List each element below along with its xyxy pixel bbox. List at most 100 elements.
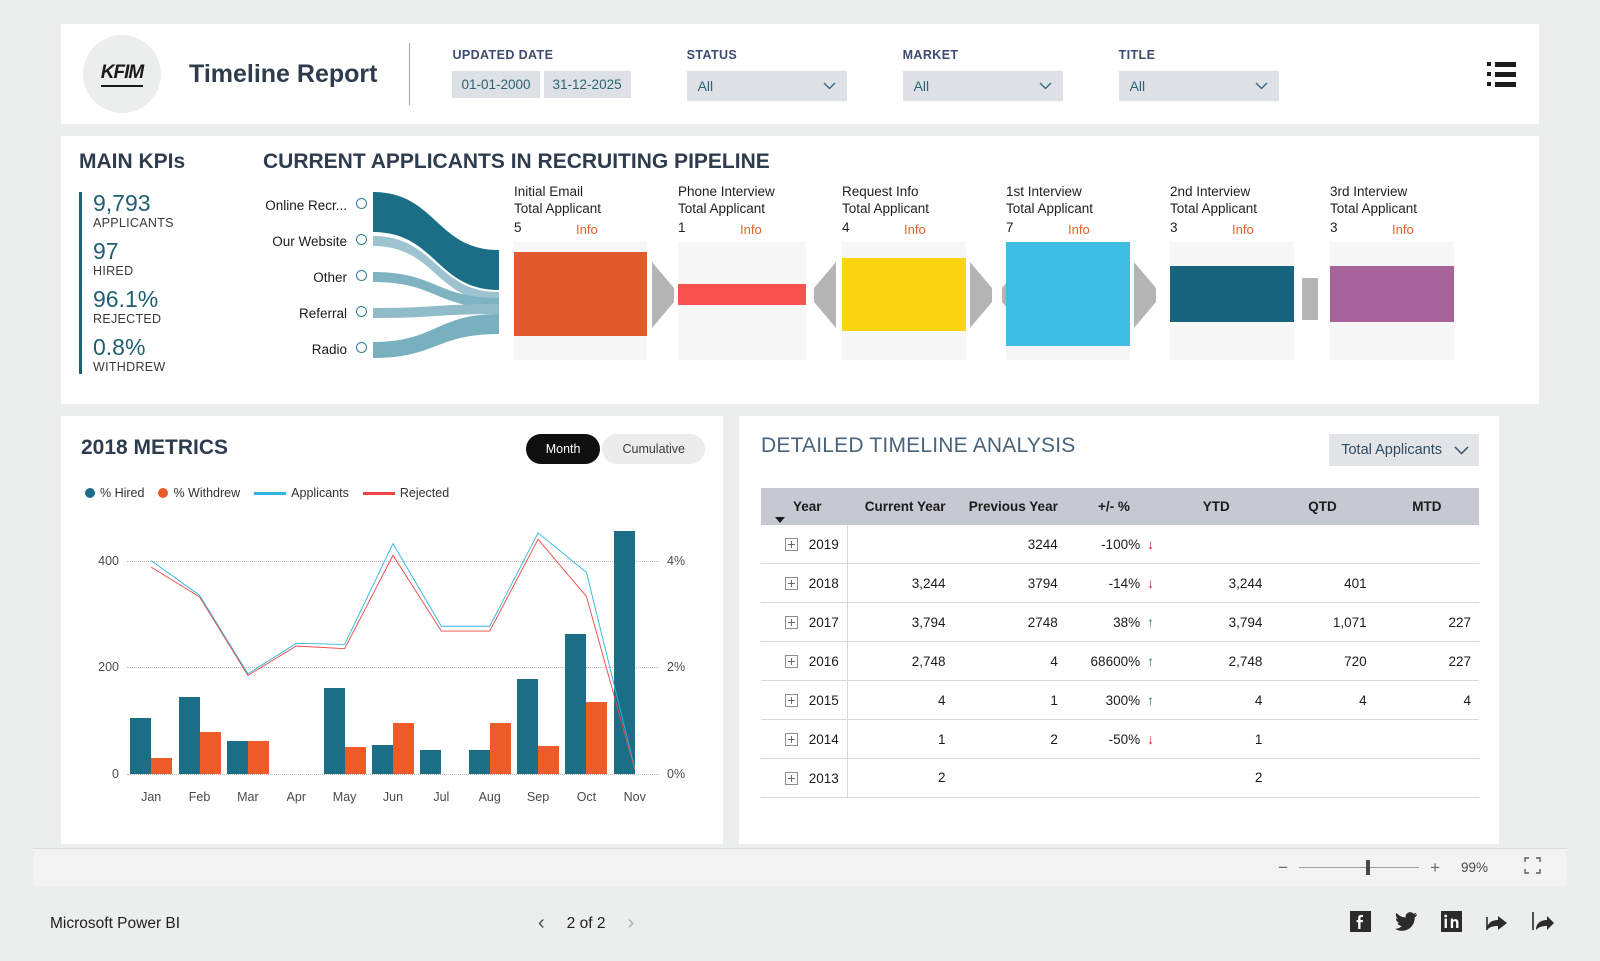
stage-name: 1st Interview bbox=[1006, 184, 1166, 201]
kpi-list: 9,793 APPLICANTS 97 HIRED 96.1% REJECTED… bbox=[79, 192, 261, 374]
stage-name: Phone Interview bbox=[678, 184, 838, 201]
report-header: KFIM Timeline Report UPDATED DATE 01-01-… bbox=[61, 24, 1539, 124]
cell-year[interactable]: 2013 bbox=[761, 759, 847, 798]
column-header-pct-change[interactable]: +/- % bbox=[1066, 488, 1162, 525]
year-label: 2016 bbox=[809, 654, 839, 669]
funnel-stage-1st-interview[interactable]: 1st Interview Total Applicant 7 Info bbox=[1006, 184, 1166, 235]
stage-info-link[interactable]: Info bbox=[740, 222, 762, 237]
stage-info-link[interactable]: Info bbox=[1392, 222, 1414, 237]
funnel-stage-phone-interview[interactable]: Phone Interview Total Applicant 1 Info bbox=[678, 184, 838, 235]
kpis-heading: MAIN KPIs bbox=[79, 150, 261, 174]
date-to-input[interactable]: 31-12-2025 bbox=[544, 71, 631, 98]
stage-name: 3rd Interview bbox=[1330, 184, 1490, 201]
stage-info-link[interactable]: Info bbox=[904, 222, 926, 237]
year-label: 2018 bbox=[809, 576, 839, 591]
expand-row-icon[interactable] bbox=[785, 772, 798, 785]
cell-year[interactable]: 2019 bbox=[761, 525, 847, 564]
title-dropdown[interactable]: All bbox=[1119, 71, 1279, 101]
linkedin-icon[interactable] bbox=[1441, 911, 1462, 937]
page-navigator: ‹ 2 of 2 › bbox=[538, 912, 634, 935]
stage-track bbox=[678, 242, 806, 360]
funnel-connector-icon bbox=[652, 262, 678, 328]
funnel-stage-initial-email[interactable]: Initial Email Total Applicant 5 Info bbox=[514, 184, 664, 235]
zoom-slider[interactable] bbox=[1299, 867, 1419, 868]
report-footer: Microsoft Power BI ‹ 2 of 2 › bbox=[0, 886, 1600, 961]
pct-value: -50% bbox=[1109, 732, 1141, 747]
stage-info-link[interactable]: Info bbox=[1232, 222, 1254, 237]
cell-year[interactable]: 2015 bbox=[761, 681, 847, 720]
x-axis-label: Nov bbox=[611, 790, 659, 804]
cell-year[interactable]: 2018 bbox=[761, 564, 847, 603]
table-row[interactable]: 20183,2443794-14%↓3,244401 bbox=[761, 564, 1479, 603]
pct-value: 38% bbox=[1113, 615, 1140, 630]
legend-item-applicants[interactable]: Applicants bbox=[254, 486, 349, 500]
cell-qtd bbox=[1270, 720, 1374, 759]
table-row[interactable]: 201412-50%↓1 bbox=[761, 720, 1479, 759]
cell-mtd bbox=[1375, 564, 1479, 603]
table-row[interactable]: 20162,748468600%↑2,748720227 bbox=[761, 642, 1479, 681]
share-icon[interactable] bbox=[1486, 911, 1508, 936]
measure-dropdown[interactable]: Total Applicants bbox=[1329, 434, 1479, 466]
cell-current-year: 4 bbox=[847, 681, 953, 720]
table-row[interactable]: 201322 bbox=[761, 759, 1479, 798]
funnel-stage-2nd-interview[interactable]: 2nd Interview Total Applicant 3 Info bbox=[1170, 184, 1330, 235]
table-row[interactable]: 20193244-100%↓ bbox=[761, 525, 1479, 564]
column-header-previous-year[interactable]: Previous Year bbox=[954, 488, 1066, 525]
chart-plot-area: 0 200 400 0% 2% 4% bbox=[127, 518, 659, 774]
cell-pct-change: 68600%↑ bbox=[1066, 642, 1162, 681]
chevron-left-icon[interactable]: ‹ bbox=[538, 912, 545, 935]
toggle-month[interactable]: Month bbox=[526, 434, 601, 464]
expand-row-icon[interactable] bbox=[785, 655, 798, 668]
fit-to-screen-icon[interactable] bbox=[1524, 857, 1541, 879]
page-indicator: 2 of 2 bbox=[567, 915, 606, 933]
stage-info-link[interactable]: Info bbox=[1068, 222, 1090, 237]
date-from-input[interactable]: 01-01-2000 bbox=[452, 71, 539, 98]
status-dropdown[interactable]: All bbox=[687, 71, 847, 101]
table-row[interactable]: 201541300%↑444 bbox=[761, 681, 1479, 720]
facebook-icon[interactable] bbox=[1350, 911, 1371, 937]
cell-year[interactable]: 2017 bbox=[761, 603, 847, 642]
stage-name: Initial Email bbox=[514, 184, 664, 201]
metrics-chart[interactable]: 0 200 400 0% 2% 4% JanFebMarAprMayJunJul… bbox=[81, 514, 705, 814]
funnel-stage-3rd-interview[interactable]: 3rd Interview Total Applicant 3 Info bbox=[1330, 184, 1490, 235]
zoom-out-button[interactable]: − bbox=[1278, 858, 1288, 878]
funnel-connector-icon bbox=[810, 262, 836, 328]
toggle-cumulative[interactable]: Cumulative bbox=[602, 434, 705, 464]
x-axis-label: Aug bbox=[466, 790, 514, 804]
chevron-right-icon[interactable]: › bbox=[627, 912, 634, 935]
legend-item-hired[interactable]: % Hired bbox=[85, 486, 144, 500]
column-header-current-year[interactable]: Current Year bbox=[847, 488, 953, 525]
funnel-stage-request-info[interactable]: Request Info Total Applicant 4 Info bbox=[842, 184, 992, 235]
chart-lines bbox=[127, 518, 659, 774]
cell-pct-change: 38%↑ bbox=[1066, 603, 1162, 642]
filter-market: MARKET All bbox=[903, 48, 1063, 101]
column-header-year[interactable]: Year bbox=[761, 488, 847, 525]
fullscreen-icon[interactable] bbox=[1532, 911, 1554, 936]
cell-year[interactable]: 2014 bbox=[761, 720, 847, 759]
expand-row-icon[interactable] bbox=[785, 538, 798, 551]
cell-year[interactable]: 2016 bbox=[761, 642, 847, 681]
column-header-ytd[interactable]: YTD bbox=[1162, 488, 1270, 525]
y-axis-right-tick: 4% bbox=[667, 554, 685, 568]
date-range-picker[interactable]: 01-01-2000 31-12-2025 bbox=[452, 71, 630, 98]
zoom-in-button[interactable]: + bbox=[1430, 858, 1440, 878]
kpi-value: 96.1% bbox=[93, 288, 261, 311]
expand-row-icon[interactable] bbox=[785, 577, 798, 590]
column-header-mtd[interactable]: MTD bbox=[1375, 488, 1479, 525]
expand-row-icon[interactable] bbox=[785, 733, 798, 746]
stage-info-link[interactable]: Info bbox=[576, 222, 598, 237]
funnel-connector-icon bbox=[1134, 262, 1160, 328]
stage-bar bbox=[842, 258, 966, 331]
column-header-qtd[interactable]: QTD bbox=[1270, 488, 1374, 525]
twitter-icon[interactable] bbox=[1395, 912, 1417, 936]
market-dropdown[interactable]: All bbox=[903, 71, 1063, 101]
expand-row-icon[interactable] bbox=[785, 616, 798, 629]
zoom-slider-thumb[interactable] bbox=[1366, 860, 1370, 875]
legend-item-withdrew[interactable]: % Withdrew bbox=[158, 486, 240, 500]
cell-current-year: 3,794 bbox=[847, 603, 953, 642]
list-menu-icon[interactable] bbox=[1487, 62, 1517, 87]
table-row[interactable]: 20173,794274838%↑3,7941,071227 bbox=[761, 603, 1479, 642]
legend-item-rejected[interactable]: Rejected bbox=[363, 486, 449, 500]
expand-row-icon[interactable] bbox=[785, 694, 798, 707]
legend-swatch-icon bbox=[85, 488, 95, 498]
